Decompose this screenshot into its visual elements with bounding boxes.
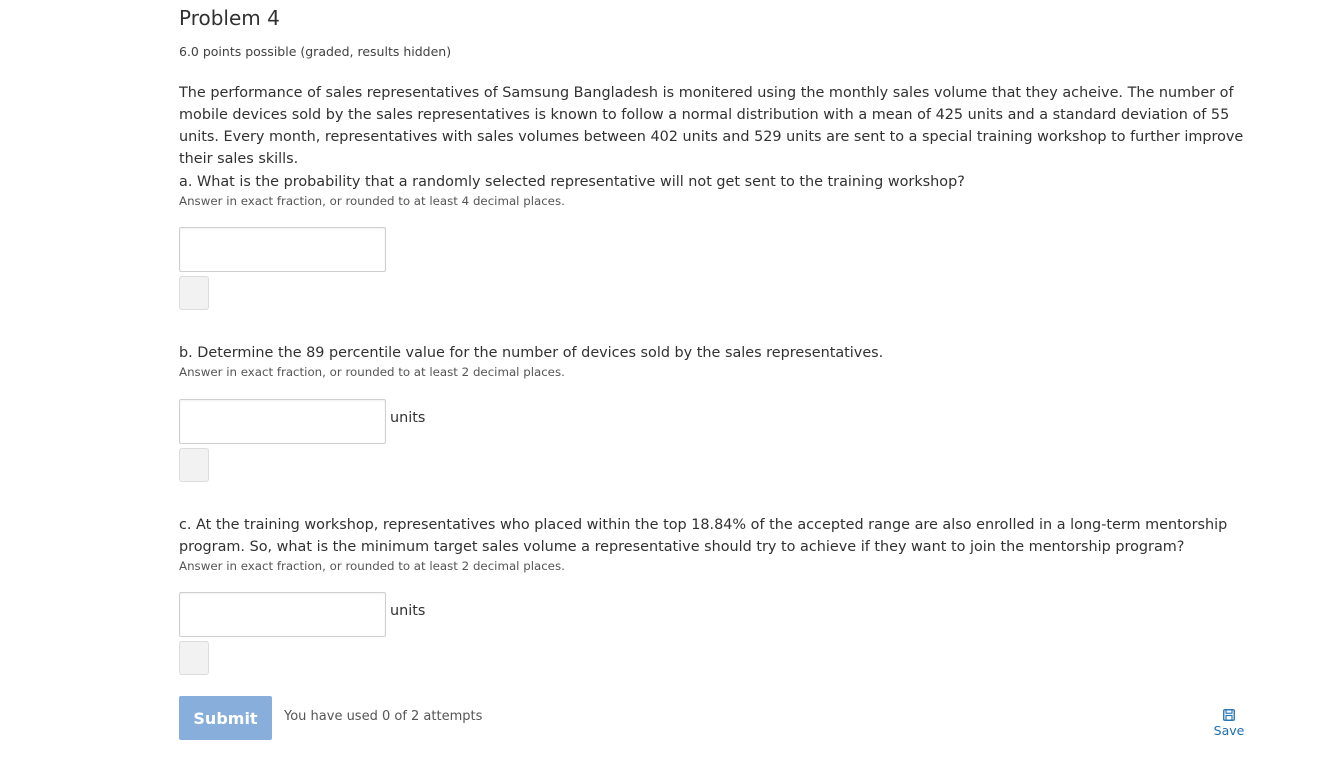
part-a-status-indicator bbox=[179, 276, 209, 310]
floppy-disk-icon bbox=[1223, 709, 1235, 721]
points-possible: 6.0 points possible (graded, results hid… bbox=[179, 44, 452, 59]
part-c: c. At the training workshop, representat… bbox=[179, 514, 1264, 574]
part-b-hint: Answer in exact fraction, or rounded to … bbox=[179, 365, 565, 379]
part-c-hint: Answer in exact fraction, or rounded to … bbox=[179, 559, 565, 573]
part-a-answer-row bbox=[179, 227, 386, 272]
problem-title: Problem 4 bbox=[179, 6, 280, 30]
part-c-answer-row: units bbox=[179, 592, 425, 637]
submit-button[interactable]: Submit bbox=[179, 696, 272, 740]
save-button[interactable]: Save bbox=[1210, 709, 1248, 738]
part-b: b. Determine the 89 percentile value for… bbox=[179, 342, 1264, 380]
part-a: a. What is the probability that a random… bbox=[179, 171, 1264, 209]
problem-intro: The performance of sales representatives… bbox=[179, 85, 1244, 167]
save-label: Save bbox=[1213, 723, 1245, 738]
part-b-question: b. Determine the 89 percentile value for… bbox=[179, 345, 884, 361]
part-a-hint: Answer in exact fraction, or rounded to … bbox=[179, 194, 565, 208]
part-b-answer-input[interactable] bbox=[179, 399, 386, 444]
part-b-answer-row: units bbox=[179, 399, 425, 444]
part-c-question: c. At the training workshop, representat… bbox=[179, 517, 1228, 555]
part-a-answer-input[interactable] bbox=[179, 227, 386, 272]
part-c-answer-input[interactable] bbox=[179, 592, 386, 637]
part-c-unit-label: units bbox=[390, 603, 426, 619]
action-bar: Submit You have used 0 of 2 attempts Sav… bbox=[179, 696, 1264, 740]
part-b-unit-label: units bbox=[390, 410, 426, 426]
part-a-question: a. What is the probability that a random… bbox=[179, 174, 965, 190]
part-b-status-indicator bbox=[179, 448, 209, 482]
attempts-counter: You have used 0 of 2 attempts bbox=[284, 709, 483, 724]
part-c-status-indicator bbox=[179, 641, 209, 675]
